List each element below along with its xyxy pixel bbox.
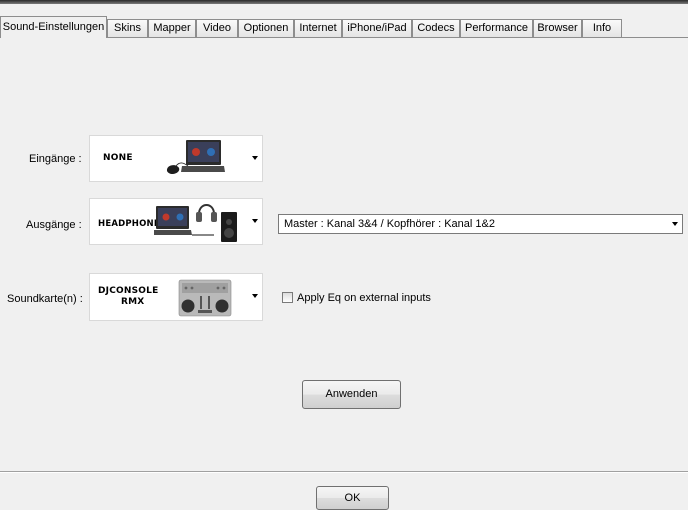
window-top-strip [0, 0, 688, 4]
tab-info[interactable]: Info [582, 19, 622, 37]
chevron-down-icon [252, 155, 258, 160]
tab-sound-settings[interactable]: Sound-Einstellungen [0, 16, 107, 38]
apply-eq-checkbox[interactable] [282, 292, 293, 303]
tab-internet[interactable]: Internet [294, 19, 342, 37]
tab-options[interactable]: Optionen [238, 19, 294, 37]
tab-browser[interactable]: Browser [533, 19, 582, 37]
apply-button[interactable]: Anwenden [302, 380, 401, 409]
laptop-headphones-speaker-icon [154, 204, 237, 242]
chevron-down-icon[interactable] [672, 222, 678, 226]
dj-controller-icon [178, 279, 232, 317]
bottom-separator-highlight [0, 472, 688, 473]
inputs-label: Eingänge : [29, 153, 82, 165]
chevron-down-icon [252, 218, 258, 223]
ok-button[interactable]: OK [316, 486, 389, 510]
soundcard-device-select[interactable]: DJCONSOLE RMX [89, 273, 263, 321]
soundcard-label: Soundkarte(n) : [7, 293, 83, 305]
outputs-label: Ausgänge : [26, 219, 82, 231]
soundcard-device-name-line1: DJCONSOLE [98, 286, 159, 296]
tab-codecs[interactable]: Codecs [412, 19, 460, 37]
tab-performance[interactable]: Performance [460, 19, 533, 37]
output-routing-value: Master : Kanal 3&4 / Kopfhörer : Kanal 1… [284, 218, 495, 230]
inputs-device-name: NONE [103, 153, 133, 163]
laptop-with-mouse-icon [166, 140, 225, 175]
tab-iphone-ipad[interactable]: iPhone/iPad [342, 19, 412, 37]
tab-mapper[interactable]: Mapper [148, 19, 196, 37]
soundcard-device-name-line2: RMX [121, 297, 145, 307]
tab-bar: Sound-Einstellungen Skins Mapper Video O… [0, 16, 688, 38]
apply-eq-label[interactable]: Apply Eq on external inputs [297, 292, 431, 304]
tab-skins[interactable]: Skins [107, 19, 148, 37]
chevron-down-icon [252, 294, 258, 298]
tab-video[interactable]: Video [196, 19, 238, 37]
inputs-device-select[interactable]: NONE [89, 135, 263, 182]
outputs-device-select[interactable]: HEADPHONES [89, 198, 263, 245]
output-routing-dropdown[interactable]: Master : Kanal 3&4 / Kopfhörer : Kanal 1… [278, 214, 683, 234]
